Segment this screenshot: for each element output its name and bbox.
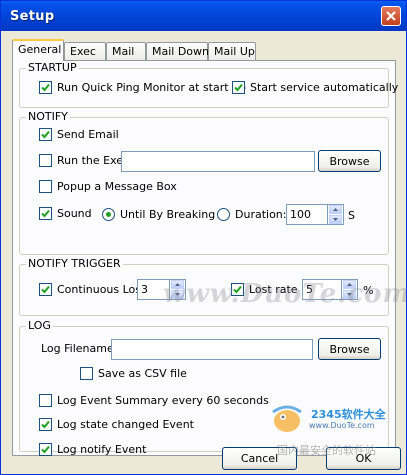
log-event-summary-label: Log Event Summary every 60 seconds <box>57 394 269 407</box>
ok-button[interactable]: OK <box>326 447 401 470</box>
arrow-up-icon <box>347 283 352 286</box>
sound-label: Sound <box>57 207 92 220</box>
continuous-lost-spinner[interactable] <box>170 279 186 300</box>
checkbox-box <box>39 154 52 167</box>
arrow-up-icon <box>333 208 338 211</box>
duration-radio[interactable]: Duration: <box>217 208 286 221</box>
log-browse-button[interactable]: Browse <box>318 338 381 360</box>
checkbox-box <box>232 81 245 94</box>
start-service-label: Start service automatically <box>250 81 399 94</box>
spin-up-button[interactable] <box>329 205 342 214</box>
cancel-button[interactable]: Cancel <box>222 447 297 470</box>
arrow-down-icon <box>347 293 352 296</box>
run-at-startup-checkbox[interactable]: Run Quick Ping Monitor at start up <box>39 81 246 94</box>
spin-down-button[interactable] <box>171 290 184 299</box>
run-exe-browse-button[interactable]: Browse <box>318 150 381 172</box>
arrow-up-icon <box>175 283 180 286</box>
setup-dialog: Setup General Exec Mail Mail Down Mail U… <box>0 0 407 475</box>
close-button[interactable] <box>381 6 401 26</box>
window-title: Setup <box>10 9 55 24</box>
send-email-label: Send Email <box>57 128 119 141</box>
checkbox-box <box>39 283 52 296</box>
startup-group-label: STARTUP <box>26 61 79 74</box>
notify-group: NOTIFY Send Email Run the Exe: Browse Po… <box>19 111 389 255</box>
until-breaking-radio[interactable]: Until By Breaking <box>102 208 215 221</box>
lost-rate-spinner[interactable] <box>342 279 358 300</box>
duration-input[interactable]: 100 <box>286 204 328 225</box>
send-email-checkbox[interactable]: Send Email <box>39 128 119 141</box>
checkbox-box <box>39 81 52 94</box>
checkbox-box <box>39 180 52 193</box>
notify-group-label: NOTIFY <box>26 110 70 123</box>
save-csv-checkbox[interactable]: Save as CSV file <box>80 367 187 380</box>
popup-message-label: Popup a Message Box <box>57 180 177 193</box>
check-icon <box>41 209 50 218</box>
startup-group: STARTUP Run Quick Ping Monitor at start … <box>19 62 398 108</box>
run-at-startup-label: Run Quick Ping Monitor at start up <box>57 81 247 94</box>
log-group-label: LOG <box>26 319 53 332</box>
arrow-down-icon <box>333 218 338 221</box>
general-tab-pane: STARTUP Run Quick Ping Monitor at start … <box>12 60 406 456</box>
duration-spinner[interactable] <box>328 204 344 225</box>
log-state-changed-label: Log state changed Event <box>57 418 194 431</box>
run-exe-label: Run the Exe: <box>57 154 127 167</box>
start-service-checkbox[interactable]: Start service automatically <box>232 81 398 94</box>
tab-exec[interactable]: Exec <box>64 42 106 61</box>
notify-trigger-group-label: NOTIFY TRIGGER <box>26 257 123 270</box>
checkbox-box <box>39 394 52 407</box>
checkbox-box <box>39 443 52 456</box>
continuous-lost-checkbox[interactable]: Continuous Lost <box>39 283 145 296</box>
log-filename-input[interactable] <box>111 339 313 360</box>
close-icon <box>386 11 396 21</box>
spin-down-button[interactable] <box>329 215 342 224</box>
checkbox-box <box>39 128 52 141</box>
check-icon <box>234 83 243 92</box>
lost-rate-input[interactable]: 5 <box>302 279 342 300</box>
checkbox-box <box>231 283 244 296</box>
dialog-client: General Exec Mail Mail Down Mail Up STAR… <box>4 32 406 473</box>
save-csv-label: Save as CSV file <box>98 367 187 380</box>
radio-circle <box>102 208 115 221</box>
checkbox-box <box>39 207 52 220</box>
checkbox-box <box>39 418 52 431</box>
check-icon <box>41 83 50 92</box>
radio-selected-dot <box>106 212 111 217</box>
check-icon <box>41 130 50 139</box>
log-state-changed-checkbox[interactable]: Log state changed Event <box>39 418 194 431</box>
until-breaking-label: Until By Breaking <box>120 208 216 221</box>
spin-down-button[interactable] <box>343 290 356 299</box>
duration-label: Duration: <box>235 208 287 221</box>
check-icon <box>41 445 50 454</box>
log-notify-event-label: Log notify Event <box>57 443 147 456</box>
continuous-lost-label: Continuous Lost <box>57 283 146 296</box>
radio-circle <box>217 208 230 221</box>
run-exe-path-input[interactable] <box>121 151 315 172</box>
popup-message-checkbox[interactable]: Popup a Message Box <box>39 180 177 193</box>
tab-general[interactable]: General <box>12 39 64 61</box>
lost-rate-checkbox[interactable]: Lost rate <box>231 283 298 296</box>
duration-unit: S <box>348 209 355 222</box>
title-bar[interactable]: Setup <box>1 1 406 31</box>
check-icon <box>41 420 50 429</box>
run-exe-checkbox[interactable]: Run the Exe: <box>39 154 127 167</box>
log-filename-label: Log Filename: <box>41 342 118 355</box>
log-event-summary-checkbox[interactable]: Log Event Summary every 60 seconds <box>39 394 269 407</box>
arrow-down-icon <box>175 293 180 296</box>
spin-up-button[interactable] <box>343 280 356 289</box>
sound-checkbox[interactable]: Sound <box>39 207 92 220</box>
log-group: LOG Log Filename: Browse Save as CSV fil… <box>19 320 389 456</box>
tab-mail-down[interactable]: Mail Down <box>146 42 209 61</box>
tab-mail-up[interactable]: Mail Up <box>208 42 256 61</box>
log-notify-event-checkbox[interactable]: Log notify Event <box>39 443 146 456</box>
tab-mail[interactable]: Mail <box>106 42 146 61</box>
lost-rate-unit: % <box>363 284 374 297</box>
checkbox-box <box>80 367 93 380</box>
continuous-lost-input[interactable]: 3 <box>137 279 170 300</box>
lost-rate-label: Lost rate <box>249 283 298 296</box>
spin-up-button[interactable] <box>171 280 184 289</box>
notify-trigger-group: NOTIFY TRIGGER Continuous Lost 3 Lost ra… <box>19 258 389 316</box>
check-icon <box>233 285 242 294</box>
check-icon <box>41 285 50 294</box>
